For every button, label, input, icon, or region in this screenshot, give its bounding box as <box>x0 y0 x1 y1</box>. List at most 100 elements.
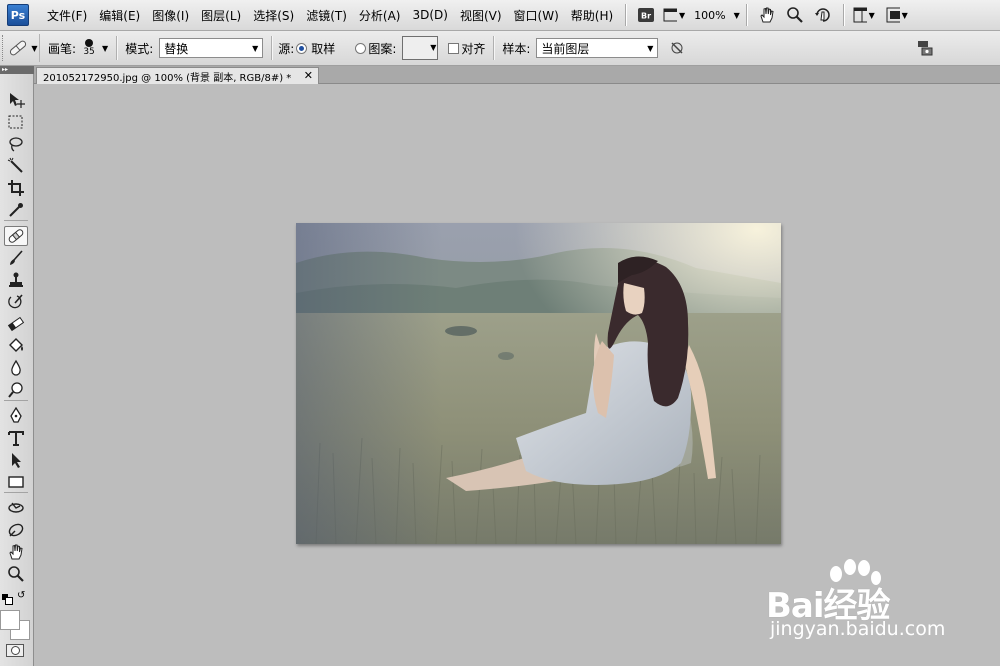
menu-file[interactable]: 文件(F) <box>41 7 93 24</box>
move-tool[interactable] <box>4 90 28 110</box>
hand-tool-button[interactable] <box>756 5 778 25</box>
clone-stamp-tool[interactable] <box>4 270 28 290</box>
quick-mask-button[interactable] <box>6 644 24 657</box>
lasso-tool[interactable] <box>4 134 28 154</box>
path-selection-tool[interactable] <box>4 450 28 470</box>
rectangle-shape-icon <box>8 476 24 488</box>
tool-options-bar: ▼ 画笔: 35 ▼ 模式: 替换 ▼ 源: 取样 图案: ▼ 对齐 样本: 当… <box>0 31 1000 66</box>
magic-wand-tool[interactable] <box>4 156 28 176</box>
arrange-documents-icon <box>853 7 867 23</box>
document-tab[interactable]: 201052172950.jpg @ 100% (背景 副本, RGB/8#) … <box>36 67 319 84</box>
baidu-jingyan-watermark: Bai经验 jingyan.baidu.com <box>766 559 966 650</box>
healing-brush-tool[interactable] <box>4 226 28 246</box>
chevron-down-icon[interactable]: ▼ <box>734 11 740 20</box>
bridge-button[interactable]: Br <box>635 5 657 25</box>
blur-tool[interactable] <box>4 358 28 378</box>
menu-edit[interactable]: 编辑(E) <box>93 7 146 24</box>
marquee-tool[interactable] <box>4 112 28 132</box>
sample-select[interactable]: 当前图层 ▼ <box>536 38 659 58</box>
menu-view[interactable]: 视图(V) <box>454 7 508 24</box>
magnifier-icon <box>8 566 24 582</box>
tools-divider <box>4 400 28 401</box>
menu-image[interactable]: 图像(I) <box>146 7 195 24</box>
close-icon[interactable]: ✕ <box>304 69 313 82</box>
aligned-checkbox[interactable] <box>448 42 460 54</box>
zoom-tool[interactable] <box>4 564 28 584</box>
view-extras-button[interactable]: ▼ <box>663 5 685 25</box>
menu-filter[interactable]: 滤镜(T) <box>300 7 353 24</box>
source-pattern-radio[interactable] <box>355 42 367 54</box>
document-tab-strip: 201052172950.jpg @ 100% (背景 副本, RGB/8#) … <box>34 66 1000 84</box>
eyedropper-icon <box>9 203 23 217</box>
3d-orbit-tool[interactable] <box>4 520 28 540</box>
document-tab-title: 201052172950.jpg @ 100% (背景 副本, RGB/8#) … <box>43 72 292 84</box>
paint-bucket-tool[interactable] <box>4 336 28 356</box>
crop-icon <box>8 180 24 196</box>
3d-rotate-icon <box>8 502 24 513</box>
bridge-icon: Br <box>638 8 655 22</box>
ignore-adjustment-layers-button[interactable] <box>666 38 688 58</box>
menu-help[interactable]: 帮助(H) <box>565 7 619 24</box>
magic-wand-icon <box>7 157 23 173</box>
tools-panel: ↺ <box>0 74 34 666</box>
pen-tool[interactable] <box>4 406 28 426</box>
pattern-picker[interactable]: ▼ <box>402 36 439 60</box>
chevron-down-icon: ▼ <box>901 10 908 20</box>
shape-tool[interactable] <box>4 472 28 492</box>
arrange-documents-button[interactable]: ▼ <box>853 5 875 25</box>
ignore-adjustment-icon <box>671 42 683 54</box>
source-pattern-label: 图案: <box>368 41 397 56</box>
tool-preset-picker[interactable]: ▼ <box>6 34 40 62</box>
path-selection-icon <box>12 453 21 468</box>
dodge-tool[interactable] <box>4 380 28 400</box>
panel-toggle-button[interactable] <box>914 38 936 58</box>
zoom-tool-button[interactable] <box>784 5 806 25</box>
menubar-divider <box>745 4 747 26</box>
eraser-icon <box>7 316 25 332</box>
menubar-divider <box>842 4 844 26</box>
source-sampled-radio[interactable] <box>296 42 308 54</box>
eraser-tool[interactable] <box>4 314 28 334</box>
foreground-color-swatch[interactable] <box>0 610 20 630</box>
stamp-icon <box>9 272 23 287</box>
mode-select[interactable]: 替换 ▼ <box>159 38 264 58</box>
3d-orbit-icon <box>8 523 24 537</box>
eyedropper-tool[interactable] <box>4 200 28 220</box>
hand-icon <box>9 544 23 560</box>
menu-layer[interactable]: 图层(L) <box>195 7 247 24</box>
default-colors-icon[interactable] <box>2 594 13 605</box>
source-sampled-label: 取样 <box>311 41 336 56</box>
chevron-down-icon: ▼ <box>679 10 686 20</box>
zoom-level[interactable]: 100% <box>688 9 731 22</box>
canvas-image[interactable] <box>296 223 781 544</box>
brush-picker[interactable]: 35 <box>80 34 98 62</box>
move-icon <box>10 93 25 108</box>
tools-panel-header[interactable]: ▸▸ <box>0 66 34 74</box>
chevron-down-icon: ▼ <box>647 43 654 53</box>
type-tool[interactable] <box>4 428 28 448</box>
3d-rotate-tool[interactable] <box>4 498 28 518</box>
swap-colors-icon[interactable]: ↺ <box>17 590 25 601</box>
aligned-label: 对齐 <box>461 41 486 56</box>
photoshop-logo[interactable]: Ps <box>7 4 29 26</box>
brush-tool[interactable] <box>4 248 28 268</box>
crop-tool[interactable] <box>4 178 28 198</box>
chevron-down-icon: ▼ <box>252 43 259 53</box>
menubar-divider <box>625 4 627 26</box>
brush-label: 画笔: <box>48 41 77 56</box>
menu-select[interactable]: 选择(S) <box>247 7 300 24</box>
hand-tool[interactable] <box>4 542 28 562</box>
menu-window[interactable]: 窗口(W) <box>508 7 565 24</box>
bandage-icon <box>8 229 24 243</box>
svg-text:Br: Br <box>641 12 651 21</box>
history-brush-tool[interactable] <box>4 292 28 312</box>
lasso-icon <box>9 137 23 152</box>
menu-3d[interactable]: 3D(D) <box>406 8 453 22</box>
source-label: 源: <box>278 41 295 56</box>
screen-mode-button[interactable]: ▼ <box>886 5 908 25</box>
healing-brush-icon <box>10 40 27 56</box>
chevron-down-icon[interactable]: ▼ <box>102 44 108 53</box>
menu-analysis[interactable]: 分析(A) <box>353 7 407 24</box>
rotate-view-button[interactable] <box>812 5 834 25</box>
magnifier-icon <box>786 7 803 23</box>
